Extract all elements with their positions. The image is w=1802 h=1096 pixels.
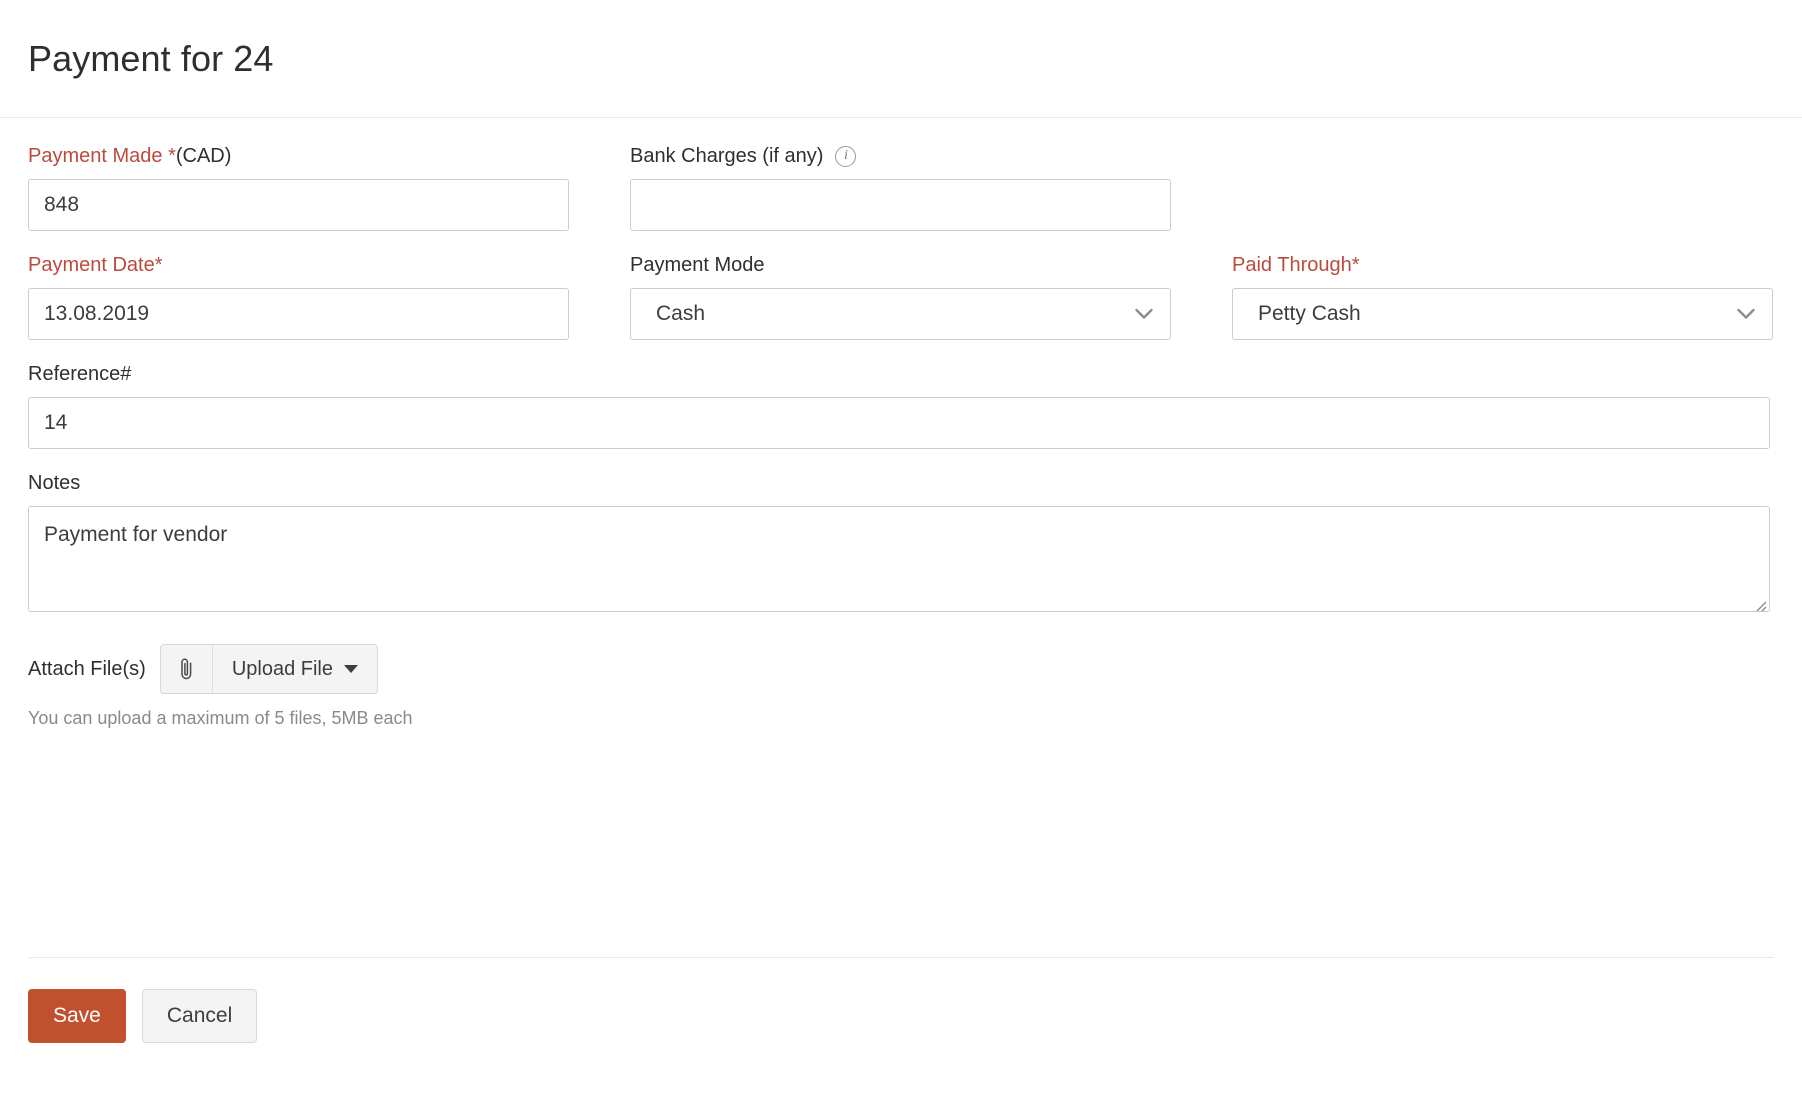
field-reference: Reference# 14 [28, 362, 1770, 449]
form-row-amounts: Payment Made * (CAD) 848 Bank Charges (if… [28, 144, 1774, 231]
payment-made-input[interactable]: 848 [28, 179, 569, 231]
bank-charges-label-text: Bank Charges (if any) [630, 145, 824, 167]
payment-date-label: Payment Date* [28, 254, 163, 276]
notes-textarea[interactable]: Payment for vendor [28, 506, 1770, 612]
caret-down-icon [343, 665, 358, 673]
form-row-date-mode: Payment Date* 13.08.2019 Payment Mode Ca… [28, 253, 1774, 340]
chevron-down-icon [1135, 308, 1153, 320]
page-header: Payment for 24 [0, 0, 1802, 118]
form-row-notes: Notes Payment for vendor [28, 471, 1774, 612]
field-payment-made: Payment Made * (CAD) 848 [28, 144, 569, 231]
payment-form: Payment Made * (CAD) 848 Bank Charges (if… [0, 118, 1802, 729]
footer-actions: Save Cancel [28, 958, 1774, 1043]
payment-form-page: Payment for 24 Payment Made * (CAD) 848 B… [0, 0, 1802, 1096]
resize-handle-icon[interactable] [1751, 593, 1767, 611]
upload-file-label: Upload File [231, 657, 333, 680]
reference-label: Reference# [28, 363, 132, 385]
attach-files-hint: You can upload a maximum of 5 files, 5MB… [28, 708, 413, 728]
paid-through-label: Paid Through* [1232, 254, 1360, 276]
form-row-reference: Reference# 14 [28, 362, 1774, 449]
chevron-down-icon [1737, 308, 1755, 320]
bank-charges-input[interactable] [630, 179, 1171, 231]
payment-made-currency: (CAD) [175, 145, 232, 167]
payment-made-label-text: Payment Made * [28, 145, 176, 167]
payment-date-input[interactable]: 13.08.2019 [28, 288, 569, 340]
attach-files-label: Attach File(s) [28, 657, 146, 680]
payment-mode-select[interactable]: Cash [630, 288, 1171, 340]
paperclip-icon[interactable] [161, 645, 213, 693]
reference-input[interactable]: 14 [28, 397, 1770, 449]
save-button[interactable]: Save [28, 989, 126, 1043]
field-bank-charges: Bank Charges (if any) i [630, 144, 1171, 231]
field-payment-date: Payment Date* 13.08.2019 [28, 253, 569, 340]
payment-mode-value: Cash [656, 302, 706, 325]
notes-label: Notes [28, 472, 81, 494]
attach-files-row: Attach File(s) Upload File [28, 644, 1774, 694]
page-title: Payment for 24 [28, 37, 274, 79]
bank-charges-label: Bank Charges (if any) i [630, 144, 1171, 168]
paid-through-value: Petty Cash [1258, 302, 1361, 325]
field-paid-through: Paid Through* Petty Cash [1232, 253, 1773, 340]
form-footer: Save Cancel [0, 957, 1802, 1043]
paid-through-select[interactable]: Petty Cash [1232, 288, 1773, 340]
field-notes: Notes Payment for vendor [28, 471, 1770, 612]
upload-button-group: Upload File [159, 644, 378, 694]
payment-mode-label: Payment Mode [630, 254, 765, 276]
notes-value: Payment for vendor [44, 523, 228, 546]
cancel-button[interactable]: Cancel [141, 989, 258, 1043]
field-payment-mode: Payment Mode Cash [630, 253, 1171, 340]
info-icon[interactable]: i [835, 145, 857, 167]
upload-file-button[interactable]: Upload File [213, 645, 377, 693]
payment-made-label: Payment Made * (CAD) [28, 144, 569, 168]
